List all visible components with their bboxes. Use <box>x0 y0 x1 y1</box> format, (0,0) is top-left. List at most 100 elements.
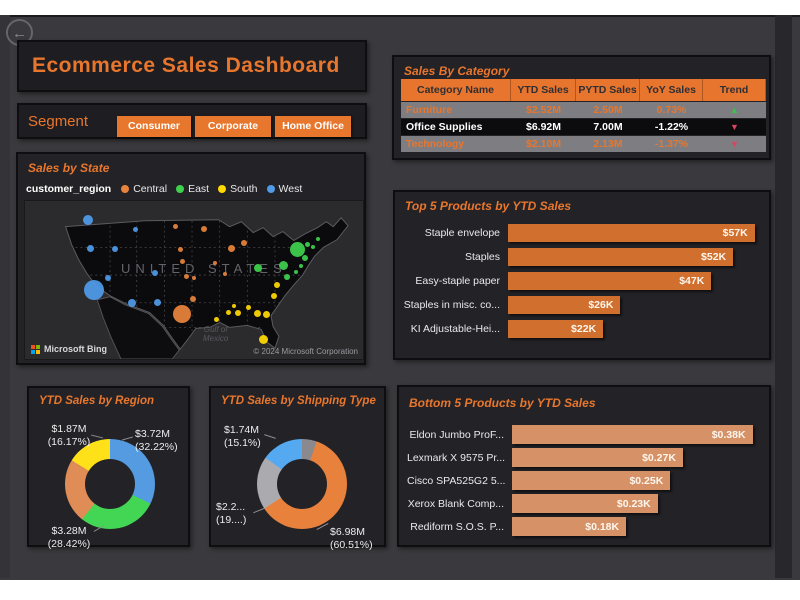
segment-button-corporate[interactable]: Corporate <box>195 116 271 137</box>
map-bubble[interactable] <box>299 264 303 268</box>
map-bubble[interactable] <box>271 293 277 299</box>
map-bubble[interactable] <box>254 310 261 317</box>
bar[interactable]: $0.25K <box>512 471 670 490</box>
map-bubble[interactable] <box>232 304 236 308</box>
bottom5-bars: Eldon Jumbo ProF...$0.38KLexmark X 9575 … <box>407 425 759 540</box>
region-label-east: $3.28M(28.42%) <box>41 525 97 551</box>
map-bubble[interactable] <box>87 245 94 252</box>
map-bubble[interactable] <box>259 335 268 344</box>
map-bubble[interactable] <box>228 245 235 252</box>
map-bubble[interactable] <box>184 274 189 279</box>
trend-down-icon: ▼ <box>703 119 766 135</box>
bar[interactable]: $0.23K <box>512 494 658 513</box>
legend-item-west[interactable]: West <box>267 183 303 195</box>
map-bubble[interactable] <box>302 255 308 261</box>
map-bubble[interactable] <box>173 224 178 229</box>
bar-row: Rediform S.O.S. P...$0.18K <box>407 517 759 536</box>
bar[interactable]: $0.38K <box>512 425 753 444</box>
top5-bars: Staple envelope$57KStaples$52KEasy-stapl… <box>403 224 759 344</box>
microsoft-logo-icon <box>31 345 40 354</box>
map-bubble[interactable] <box>180 259 185 264</box>
trend-up-icon: ▲ <box>703 102 766 118</box>
bar[interactable]: $22K <box>508 320 603 338</box>
bar-track: $52K <box>508 248 759 266</box>
map-bubble[interactable] <box>311 245 315 249</box>
bar-value-label: $26K <box>588 299 613 311</box>
map-bubble[interactable] <box>279 261 288 270</box>
bar[interactable]: $0.18K <box>512 517 626 536</box>
segment-button-home-office[interactable]: Home Office <box>275 116 351 137</box>
map-bubble[interactable] <box>263 311 270 318</box>
bar[interactable]: $52K <box>508 248 733 266</box>
top5-title: Top 5 Products by YTD Sales <box>405 199 571 213</box>
bar[interactable]: $26K <box>508 296 620 314</box>
bar-category-label: Staples <box>403 251 508 263</box>
bar[interactable]: $57K <box>508 224 755 242</box>
legend-dot-icon <box>121 185 129 193</box>
bar-category-label: Staple envelope <box>403 227 508 239</box>
bar-row: Staple envelope$57K <box>403 224 759 242</box>
map-bubble[interactable] <box>83 215 93 225</box>
bar[interactable]: $47K <box>508 272 711 290</box>
map-bubble[interactable] <box>128 299 136 307</box>
bar-category-label: Eldon Jumbo ProF... <box>407 429 512 441</box>
leader-line <box>122 437 133 441</box>
map-bubble[interactable] <box>274 282 280 288</box>
bar-row: Cisco SPA525G2 5...$0.25K <box>407 471 759 490</box>
bar-category-label: Rediform S.O.S. P... <box>407 521 512 533</box>
map-bubble[interactable] <box>152 270 158 276</box>
bar-value-label: $22K <box>571 323 596 335</box>
map-bubble[interactable] <box>316 237 320 241</box>
map-bubble[interactable] <box>105 275 111 281</box>
shipping-label-blue: $1.74M(15.1%) <box>224 424 276 450</box>
map-bubble[interactable] <box>284 274 290 280</box>
map-bubble[interactable] <box>112 246 118 252</box>
map-bubble[interactable] <box>84 280 104 300</box>
legend-dot-icon <box>267 185 275 193</box>
legend-item-south[interactable]: South <box>218 183 257 195</box>
bar-track: $0.27K <box>512 448 759 467</box>
map-bubble[interactable] <box>192 276 196 280</box>
map-bubble[interactable] <box>235 310 241 316</box>
map-bubble[interactable] <box>241 240 247 246</box>
map-bubble[interactable] <box>213 261 217 265</box>
ytd-sales-by-shipping-panel: YTD Sales by Shipping Type $1.74M(15.1%)… <box>209 386 386 547</box>
table-row[interactable]: Office Supplies$6.92M7.00M-1.22%▼ <box>401 119 766 135</box>
shipping-donut-title: YTD Sales by Shipping Type <box>221 395 376 407</box>
map-canvas[interactable]: UNITED STATES Gulf of Mexico © 2024 Micr… <box>24 200 364 360</box>
legend-item-east[interactable]: East <box>176 183 209 195</box>
map-bubble[interactable] <box>214 317 219 322</box>
bar-value-label: $52K <box>701 251 726 263</box>
map-bubble[interactable] <box>178 247 183 252</box>
bar-value-label: $47K <box>679 275 704 287</box>
bottom5-title: Bottom 5 Products by YTD Sales <box>409 396 596 410</box>
table-row[interactable]: Furniture$2.52M2.50M0.73%▲ <box>401 102 766 118</box>
map-bubble[interactable] <box>173 305 191 323</box>
map-bubble[interactable] <box>154 299 161 306</box>
legend-item-central[interactable]: Central <box>121 183 167 195</box>
bar-category-label: KI Adjustable-Hei... <box>403 323 508 335</box>
map-bubble[interactable] <box>226 310 231 315</box>
table-row[interactable]: Technology$2.10M2.13M-1.37%▼ <box>401 136 766 152</box>
bar-category-label: Lexmark X 9575 Pr... <box>407 452 512 464</box>
map-bubble[interactable] <box>305 242 310 247</box>
map-bubble[interactable] <box>290 242 305 257</box>
map-bubble[interactable] <box>254 264 262 272</box>
map-bubble[interactable] <box>201 226 207 232</box>
map-bubble[interactable] <box>223 272 227 276</box>
bar-row: Staples $52K <box>403 248 759 266</box>
sales-by-category-panel: Sales By Category Category Name YTD Sale… <box>392 55 771 160</box>
map-bubble[interactable] <box>246 305 251 310</box>
category-table: Category Name YTD Sales PYTD Sales YoY S… <box>401 79 766 152</box>
bar[interactable]: $0.27K <box>512 448 683 467</box>
bar-track: $22K <box>508 320 759 338</box>
map-bubble[interactable] <box>294 270 298 274</box>
map-legend: customer_region CentralEastSouthWest <box>26 182 311 196</box>
shipping-donut-chart[interactable] <box>257 439 347 529</box>
dashboard: ← Ecommerce Sales Dashboard Segment Cons… <box>0 0 800 600</box>
map-bubble[interactable] <box>190 296 196 302</box>
region-label-south: $1.87M(16.17%) <box>41 423 97 449</box>
segment-button-consumer[interactable]: Consumer <box>117 116 191 137</box>
map-bubble[interactable] <box>133 227 138 232</box>
bar-row: Easy-staple paper$47K <box>403 272 759 290</box>
